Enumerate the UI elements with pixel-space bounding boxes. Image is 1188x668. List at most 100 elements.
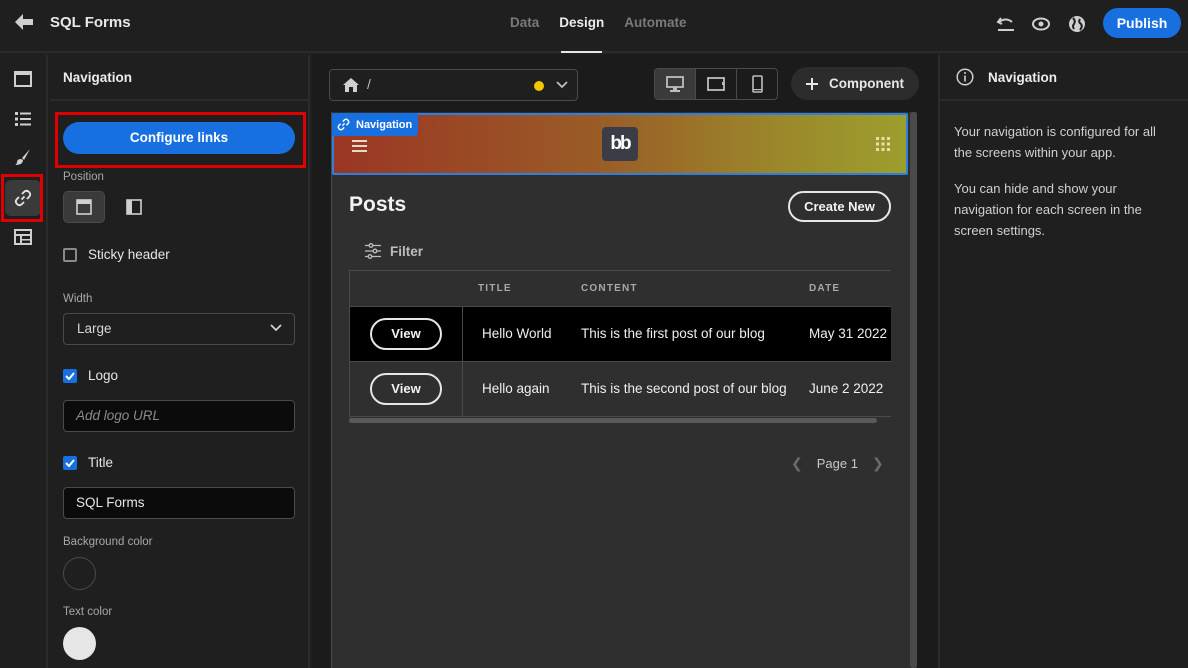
rail-theme-brush-icon[interactable]: [5, 139, 41, 175]
background-color-swatch[interactable]: [63, 557, 96, 590]
sticky-header-checkbox[interactable]: Sticky header: [63, 247, 170, 262]
info-paragraph: Your navigation is configured for all th…: [954, 124, 1156, 160]
layout-left-icon: [126, 199, 142, 215]
home-icon: [343, 78, 359, 92]
back-arrow-icon[interactable]: [14, 13, 36, 33]
preview-scrollbar[interactable]: [910, 112, 917, 668]
action-cell: View: [350, 362, 463, 416]
cell-content: This is the first post of our blog: [581, 326, 765, 341]
cell-date: May 31 2022: [809, 326, 888, 341]
rail-screens-icon[interactable]: [5, 61, 41, 97]
title-input[interactable]: SQL Forms: [63, 487, 295, 519]
app-logo: bb: [602, 127, 638, 161]
tab-design[interactable]: Design: [549, 0, 614, 53]
settings-title: Navigation: [50, 55, 308, 101]
navigation-badge: Navigation: [332, 113, 419, 136]
navigation-badge-label: Navigation: [356, 118, 413, 131]
add-component-button[interactable]: Component: [791, 67, 919, 100]
mobile-icon[interactable]: [737, 69, 777, 99]
page-title: Posts: [349, 193, 407, 216]
position-label: Position: [63, 171, 104, 183]
prev-page-icon[interactable]: ❮: [791, 455, 803, 472]
checkbox-box[interactable]: [63, 247, 77, 262]
navigation-settings-panel: Navigation Configure links Position Stic…: [50, 55, 310, 668]
width-label: Width: [63, 293, 93, 305]
table-row[interactable]: View Hello again This is the second post…: [350, 361, 891, 416]
info-panel: Navigation Your navigation is configured…: [938, 55, 1188, 668]
link-icon: [337, 118, 350, 131]
table-row[interactable]: View Hello World This is the first post …: [350, 306, 891, 361]
filter-sliders-icon: [365, 243, 381, 259]
filter-label: Filter: [390, 243, 424, 259]
chevron-down-icon: [556, 81, 568, 89]
undo-icon[interactable]: [996, 14, 1016, 34]
logo-label: Logo: [88, 368, 119, 383]
page-label: Page 1: [816, 456, 858, 471]
table-header: TITLE CONTENT DATE: [350, 271, 891, 306]
title-checkbox[interactable]: Title: [63, 455, 113, 470]
text-color-label: Text color: [63, 606, 113, 618]
text-color-swatch[interactable]: [63, 627, 96, 660]
globe-icon[interactable]: [1067, 14, 1087, 34]
view-button[interactable]: View: [370, 318, 442, 350]
info-icon: [956, 68, 974, 86]
column-header-title[interactable]: TITLE: [478, 283, 512, 294]
publish-button[interactable]: Publish: [1103, 8, 1181, 38]
logo-checkbox[interactable]: Logo: [63, 368, 118, 383]
preview-eye-icon[interactable]: [1031, 14, 1051, 34]
width-select-value: Large: [77, 321, 112, 336]
check-icon: [65, 458, 75, 467]
cell-date: June 2 2022: [809, 381, 884, 396]
width-select[interactable]: Large: [63, 313, 295, 345]
tab-data[interactable]: Data: [500, 0, 549, 53]
rail-components-list-icon[interactable]: [5, 101, 41, 137]
screen-path-select[interactable]: /: [329, 69, 578, 101]
info-header: Navigation: [940, 55, 1188, 101]
main-tabs: Data Design Automate: [500, 0, 697, 53]
hamburger-menu-icon[interactable]: [352, 139, 367, 157]
view-button[interactable]: View: [370, 373, 442, 405]
add-component-label: Component: [829, 76, 904, 91]
table-horizontal-scrollbar[interactable]: [349, 418, 877, 423]
canvas-area: / Component Navigation bb Posts Create N…: [312, 55, 938, 668]
next-page-icon[interactable]: ❯: [872, 455, 884, 472]
info-title: Navigation: [988, 69, 1058, 85]
title-label: Title: [88, 455, 114, 470]
posts-table: TITLE CONTENT DATE View Hello World This…: [349, 270, 891, 416]
rail-highlight-box: [1, 174, 43, 222]
checkbox-checked[interactable]: [63, 455, 77, 470]
rail-data-table-icon[interactable]: [5, 219, 41, 255]
column-header-content[interactable]: CONTENT: [581, 283, 638, 294]
info-paragraph: You can hide and show your navigation fo…: [954, 181, 1142, 238]
check-icon: [65, 371, 75, 380]
cell-title: Hello World: [482, 326, 552, 341]
background-color-label: Background color: [63, 536, 153, 548]
desktop-icon[interactable]: [655, 69, 696, 99]
chevron-down-icon: [270, 324, 282, 332]
sticky-header-label: Sticky header: [88, 247, 170, 262]
left-rail: [0, 55, 48, 668]
preview-navigation-bar[interactable]: Navigation bb: [332, 113, 908, 175]
layout-top-icon: [76, 199, 92, 215]
device-switcher: [654, 68, 778, 100]
tablet-icon[interactable]: [696, 69, 737, 99]
column-header-date[interactable]: DATE: [809, 283, 840, 294]
tab-automate[interactable]: Automate: [614, 0, 696, 53]
logo-url-input[interactable]: Add logo URL: [63, 400, 295, 432]
screen-path: /: [367, 76, 371, 92]
configure-links-button[interactable]: Configure links: [63, 122, 295, 154]
position-left-button[interactable]: [113, 191, 155, 223]
app-title: SQL Forms: [50, 14, 131, 31]
position-top-button[interactable]: [63, 191, 105, 223]
action-cell: View: [350, 307, 463, 361]
cell-content: This is the second post of our blog: [581, 381, 787, 396]
create-new-button[interactable]: Create New: [788, 191, 891, 222]
filter-button[interactable]: Filter: [364, 243, 423, 259]
pagination: ❮ Page 1 ❯: [791, 455, 884, 472]
top-bar: SQL Forms Data Design Automate Publish: [0, 0, 1188, 53]
checkbox-checked[interactable]: [63, 368, 77, 383]
apps-grid-icon[interactable]: [876, 137, 890, 156]
app-preview: Navigation bb Posts Create New Filter TI…: [331, 112, 917, 668]
status-dot: [534, 81, 544, 91]
cell-title: Hello again: [482, 381, 550, 396]
